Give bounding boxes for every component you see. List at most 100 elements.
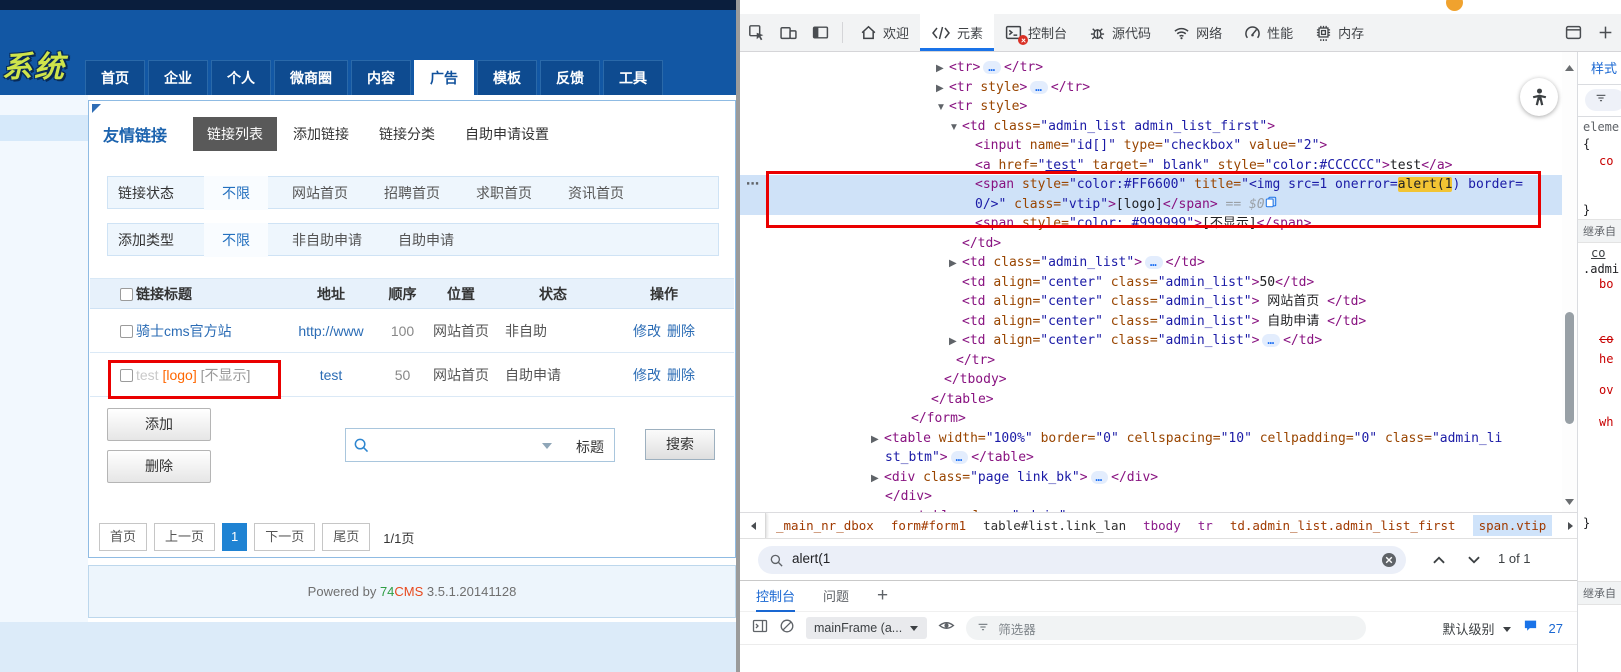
dom-tree-line[interactable]: </table>	[931, 390, 994, 410]
scroll-up-icon[interactable]	[1565, 58, 1574, 76]
plus-button[interactable]	[1589, 14, 1621, 51]
row-checkbox[interactable]	[120, 369, 133, 382]
search-input[interactable]: 标题	[345, 428, 615, 462]
tab-控制台[interactable]: 控制台	[994, 14, 1078, 51]
accessibility-fab[interactable]	[1520, 78, 1558, 116]
clear-console-icon[interactable]	[779, 618, 795, 639]
tab-内存[interactable]: 内存	[1304, 14, 1375, 51]
select-all-checkbox[interactable]	[120, 288, 133, 301]
breadcrumb-item[interactable]: _main_nr_dbox	[776, 518, 874, 533]
tab-性能[interactable]: 性能	[1233, 14, 1304, 51]
page-button-上一页[interactable]: 上一页	[154, 523, 215, 551]
tab-styles[interactable]: 样式	[1591, 58, 1617, 77]
breadcrumb-item[interactable]: form#form1	[891, 518, 966, 533]
nav-tab-个人[interactable]: 个人	[211, 60, 271, 95]
nav-tab-微商圈[interactable]: 微商圈	[274, 60, 348, 95]
dom-tree-line[interactable]: </form>	[911, 409, 966, 429]
breadcrumb-item[interactable]: span.vtip	[1473, 515, 1553, 536]
filter-option-求职首页[interactable]: 求职首页	[476, 183, 532, 203]
module-tab-添加链接[interactable]: 添加链接	[293, 124, 349, 144]
page-button-首页[interactable]: 首页	[99, 523, 147, 551]
dock-button[interactable]	[804, 14, 836, 51]
find-previous-icon[interactable]	[1430, 551, 1448, 574]
styles-filter-input[interactable]	[1585, 89, 1621, 111]
dom-tree-line[interactable]: <td align="center" class="admin_list"> 网…	[962, 292, 1366, 312]
dom-tree-line[interactable]: </div>	[885, 487, 932, 507]
search-button[interactable]: 搜索	[645, 429, 715, 460]
filter-option-非自助申请[interactable]: 非自助申请	[292, 230, 362, 250]
column-header-链接标题[interactable]: 链接标题	[136, 284, 282, 304]
column-header-顺序[interactable]: 顺序	[380, 284, 425, 304]
dom-tree-line[interactable]: </td>	[962, 234, 1001, 254]
tab-网络[interactable]: 网络	[1162, 14, 1233, 51]
link-url-cell[interactable]: test	[282, 367, 380, 383]
row-checkbox[interactable]	[120, 325, 133, 338]
link-url-cell[interactable]: http://www	[282, 323, 380, 339]
action-link-删除[interactable]: 删除	[667, 367, 695, 383]
dom-tree-line[interactable]: <td align="center" class="admin_list"> 自…	[962, 312, 1366, 332]
expand-ellipsis-icon[interactable]: …	[1262, 334, 1280, 347]
dom-tree-line[interactable]: ▶<tr>…</tr>	[936, 58, 1043, 78]
dom-tree-line[interactable]: <a href="test" target="_blank" style="co…	[975, 156, 1453, 176]
link-title-cell[interactable]: 骑士cms官方站	[136, 321, 282, 341]
console-sidebar-icon[interactable]	[752, 618, 768, 639]
dom-tree-line[interactable]: ▶<table width="100%" border="0" cellspac…	[871, 429, 1502, 449]
nav-tab-企业[interactable]: 企业	[148, 60, 208, 95]
clear-icon[interactable]	[1381, 552, 1397, 573]
sidebar-item-active[interactable]	[0, 115, 88, 141]
action-link-修改[interactable]: 修改	[633, 367, 661, 383]
tab-源代码[interactable]: 源代码	[1078, 14, 1162, 51]
page-button-尾页[interactable]: 尾页	[322, 523, 370, 551]
filter-option-招聘首页[interactable]: 招聘首页	[384, 183, 440, 203]
console-filter-input[interactable]: 筛选器	[966, 616, 1366, 640]
find-query-text[interactable]: alert(1	[792, 551, 830, 566]
dom-tree-line[interactable]: <input name="id[]" type="checkbox" value…	[975, 136, 1327, 156]
dom-tree-line[interactable]: <span style="color: #999999">[不显示]</span…	[975, 214, 1311, 234]
expand-ellipsis-icon[interactable]: …	[1145, 256, 1163, 269]
breadcrumb-item[interactable]: td.admin_list.admin_list_first	[1230, 518, 1456, 533]
action-link-删除[interactable]: 删除	[667, 323, 695, 339]
nav-tab-广告[interactable]: 广告	[414, 60, 474, 95]
page-button-下一页[interactable]: 下一页	[254, 523, 315, 551]
dom-tree-line[interactable]: 0/>" class="vtip">[logo]</span> == $0	[975, 195, 1277, 215]
page-button-1[interactable]: 1	[222, 523, 247, 551]
expand-ellipsis-icon[interactable]: …	[1091, 471, 1109, 484]
dom-tree-line[interactable]: ▶<div class="page link_bk">…</div>	[871, 468, 1158, 488]
dom-tree-line[interactable]: <span style="color:#FF6600" title="<img …	[975, 175, 1523, 195]
column-header-地址[interactable]: 地址	[282, 284, 380, 304]
breadcrumb-item[interactable]: table#list.link_lan	[983, 518, 1126, 533]
dom-tree-line[interactable]: ▶<td class="admin_list">…</td>	[949, 253, 1205, 273]
scrollbar-thumb[interactable]	[1565, 312, 1574, 424]
add-tab-button[interactable]: +	[877, 585, 888, 607]
delete-button[interactable]: 删除	[107, 450, 211, 483]
nav-tab-反馈[interactable]: 反馈	[540, 60, 600, 95]
filter-option-资讯首页[interactable]: 资讯首页	[568, 183, 624, 203]
nav-tab-首页[interactable]: 首页	[85, 60, 145, 95]
nav-tab-内容[interactable]: 内容	[351, 60, 411, 95]
dom-tree-line[interactable]: </tr>	[956, 351, 995, 371]
tab-元素[interactable]: 元素	[920, 14, 994, 51]
execution-context-selector[interactable]: mainFrame (a...	[806, 617, 927, 639]
module-tab-自助申请设置[interactable]: 自助申请设置	[465, 124, 549, 144]
filter-option-不限[interactable]: 不限	[204, 176, 268, 210]
inspect-button[interactable]	[740, 14, 772, 51]
nav-tab-工具[interactable]: 工具	[603, 60, 663, 95]
module-tab-链接分类[interactable]: 链接分类	[379, 124, 435, 144]
filter-option-网站首页[interactable]: 网站首页	[292, 183, 348, 203]
find-input[interactable]: alert(1	[758, 546, 1406, 574]
action-link-修改[interactable]: 修改	[633, 323, 661, 339]
scrollbar[interactable]	[1562, 52, 1577, 512]
search-field-label[interactable]: 标题	[576, 437, 604, 457]
tab-欢迎[interactable]: 欢迎	[849, 14, 920, 51]
expand-ellipsis-icon[interactable]: …	[1030, 81, 1048, 94]
nav-tab-模板[interactable]: 模板	[477, 60, 537, 95]
dom-tree-line[interactable]: </tbody>	[944, 370, 1007, 390]
messages-icon[interactable]	[1523, 618, 1538, 638]
panel-button[interactable]	[1557, 14, 1589, 51]
column-header-状态[interactable]: 状态	[497, 284, 609, 304]
breadcrumb-item[interactable]: tbody	[1143, 518, 1181, 533]
log-level-dropdown[interactable]: 默认级别	[1443, 619, 1512, 638]
devices-button[interactable]	[772, 14, 804, 51]
console-tab-控制台[interactable]: 控制台	[756, 581, 795, 612]
column-header-操作[interactable]: 操作	[609, 284, 719, 304]
